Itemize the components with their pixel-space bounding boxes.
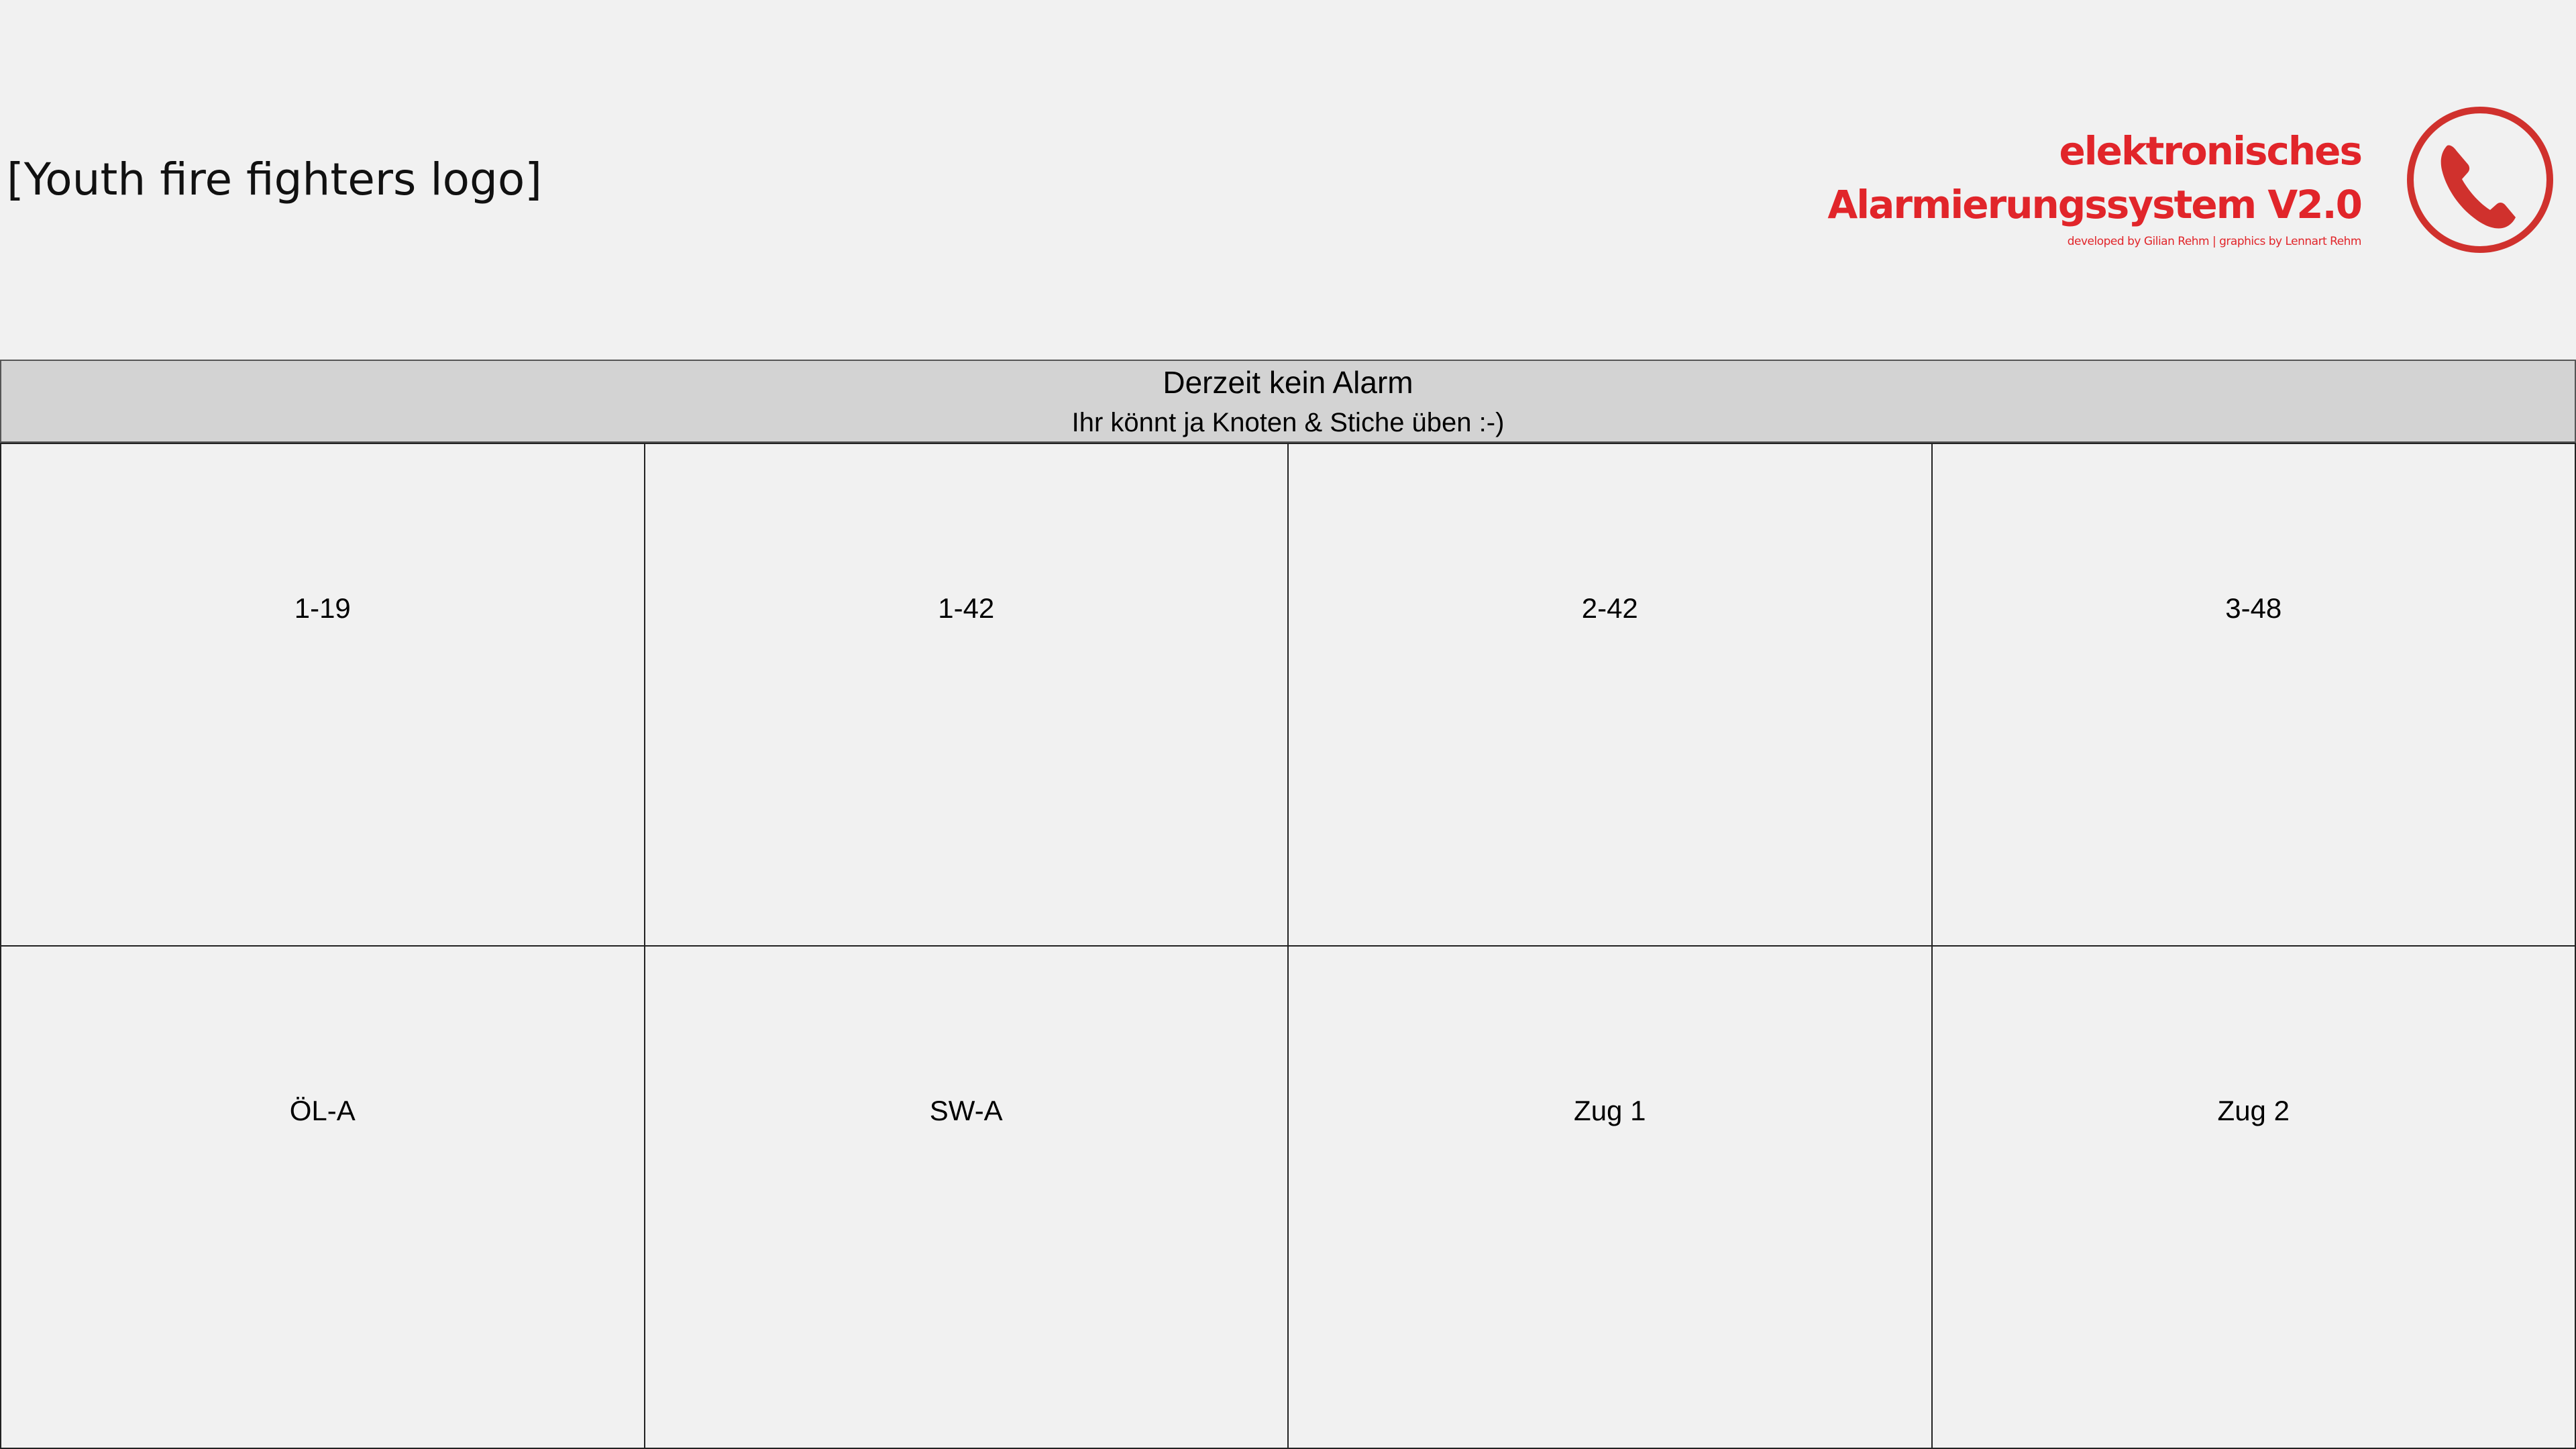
unit-label: 1-19 (294, 592, 351, 624)
unit-tile-3-48[interactable]: 3-48 (1932, 444, 2576, 947)
phone-icon (2407, 107, 2553, 253)
unit-label: 2-42 (1581, 592, 1638, 624)
brand-title-line1: elektronisches (2059, 128, 2363, 174)
unit-tile-oel-a[interactable]: ÖL-A (1, 947, 645, 1449)
header: [Youth fire fighters logo] elektronische… (0, 0, 2576, 360)
alarm-display-page: [Youth fire fighters logo] elektronische… (0, 0, 2576, 1449)
brand-text: elektronisches Alarmierungssystem V2.0 d… (1827, 124, 2363, 249)
unit-label: Zug 2 (2217, 1095, 2290, 1126)
unit-label: ÖL-A (289, 1095, 356, 1126)
brand-title-line2: Alarmierungssystem V2.0 (1827, 182, 2363, 227)
unit-tile-zug-1[interactable]: Zug 1 (1289, 947, 1933, 1449)
unit-tile-2-42[interactable]: 2-42 (1289, 444, 1933, 947)
unit-tile-zug-2[interactable]: Zug 2 (1932, 947, 2576, 1449)
unit-label: SW-A (929, 1095, 1003, 1126)
brand-credits: developed by Gilian Rehm | graphics by L… (2067, 235, 2362, 248)
youth-fire-fighters-logo-placeholder: [Youth fire fighters logo] (7, 154, 543, 205)
unit-tile-1-42[interactable]: 1-42 (645, 444, 1289, 947)
alarm-status-title: Derzeit kein Alarm (0, 360, 2576, 405)
alarm-status-subtitle: Ihr könnt ja Knoten & Stiche üben :-) (0, 404, 2576, 443)
unit-grid: 1-19 1-42 2-42 3-48 ÖL-A SW-A Zug 1 Zug … (0, 443, 2576, 1449)
unit-tile-1-19[interactable]: 1-19 (1, 444, 645, 947)
unit-tile-sw-a[interactable]: SW-A (645, 947, 1289, 1449)
unit-label: Zug 1 (1574, 1095, 1646, 1126)
brand-logo: elektronisches Alarmierungssystem V2.0 d… (1827, 104, 2556, 258)
unit-label: 3-48 (2225, 592, 2282, 624)
unit-label: 1-42 (938, 592, 995, 624)
